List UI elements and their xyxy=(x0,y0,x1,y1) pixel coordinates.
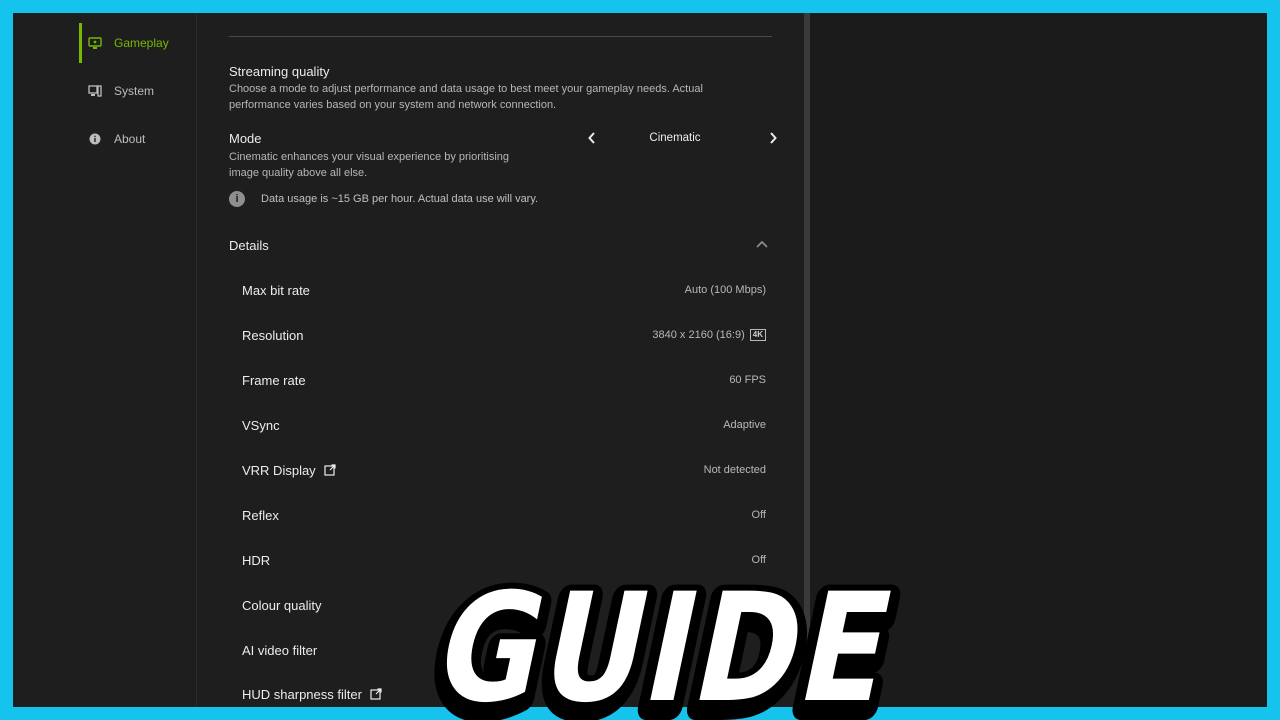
data-usage-text: Data usage is ~15 GB per hour. Actual da… xyxy=(261,193,539,205)
detail-row-vrr-display[interactable]: VRR Display Not detected xyxy=(242,460,766,480)
detail-label: HDR xyxy=(242,552,271,568)
sidebar-item-system[interactable]: System xyxy=(79,71,196,111)
detail-row-reflex[interactable]: Reflex Off xyxy=(242,505,766,525)
streaming-quality-title: Streaming quality xyxy=(229,64,330,79)
guide-overlay-text: GUIDE GUIDE xyxy=(409,555,922,720)
monitor-gamepad-icon xyxy=(88,36,102,50)
detail-label: Colour quality xyxy=(242,597,322,613)
details-title: Details xyxy=(229,238,269,253)
detail-label: AI video filter xyxy=(242,642,318,658)
sidebar-item-gameplay[interactable]: Gameplay xyxy=(79,23,196,63)
info-circle-icon: i xyxy=(229,191,245,207)
chevron-up-icon[interactable] xyxy=(755,237,769,251)
mode-value: Cinematic xyxy=(649,132,701,144)
mode-title: Mode xyxy=(229,131,262,146)
detail-row-frame-rate[interactable]: Frame rate 60 FPS xyxy=(242,370,766,390)
external-link-icon[interactable] xyxy=(324,464,336,476)
section-divider xyxy=(229,36,772,37)
detail-row-vsync[interactable]: VSync Adaptive xyxy=(242,415,766,435)
detail-label: VRR Display xyxy=(242,463,336,478)
external-link-icon[interactable] xyxy=(370,688,382,700)
detail-label: VSync xyxy=(242,417,280,433)
detail-label: Reflex xyxy=(242,507,279,523)
detail-row-max-bit-rate[interactable]: Max bit rate Auto (100 Mbps) xyxy=(242,280,766,300)
detail-label: Resolution xyxy=(242,327,304,343)
guide-main-text: GUIDE xyxy=(424,561,911,720)
detail-label: Max bit rate xyxy=(242,282,310,298)
data-usage-info: i Data usage is ~15 GB per hour. Actual … xyxy=(229,191,538,207)
sidebar: Gameplay System About xyxy=(13,13,197,707)
sidebar-item-about[interactable]: About xyxy=(79,119,196,159)
streaming-quality-description: Choose a mode to adjust performance and … xyxy=(229,83,703,111)
detail-value: Not detected xyxy=(703,464,766,476)
sidebar-item-label: System xyxy=(114,84,155,98)
detail-value: Off xyxy=(751,509,766,521)
info-icon xyxy=(88,132,102,146)
mode-description: Cinematic enhances your visual experienc… xyxy=(229,151,510,179)
4k-badge: 4K xyxy=(749,329,766,341)
detail-label: HUD sharpness filter xyxy=(242,687,382,702)
sidebar-item-label: Gameplay xyxy=(114,36,169,50)
detail-label: Frame rate xyxy=(242,372,306,388)
detail-value: Auto (100 Mbps) xyxy=(684,284,766,296)
detail-value: 3840 x 2160 (16:9) 4K xyxy=(652,329,766,341)
mode-next-button[interactable] xyxy=(768,131,778,149)
system-devices-icon xyxy=(88,84,102,98)
chevron-right-icon xyxy=(770,132,777,144)
detail-value: 60 FPS xyxy=(729,374,766,386)
mode-previous-button[interactable] xyxy=(587,131,597,149)
detail-value: Adaptive xyxy=(723,419,766,431)
detail-row-resolution[interactable]: Resolution 3840 x 2160 (16:9) 4K xyxy=(242,325,766,345)
sidebar-item-label: About xyxy=(114,132,146,146)
chevron-left-icon xyxy=(588,132,595,144)
